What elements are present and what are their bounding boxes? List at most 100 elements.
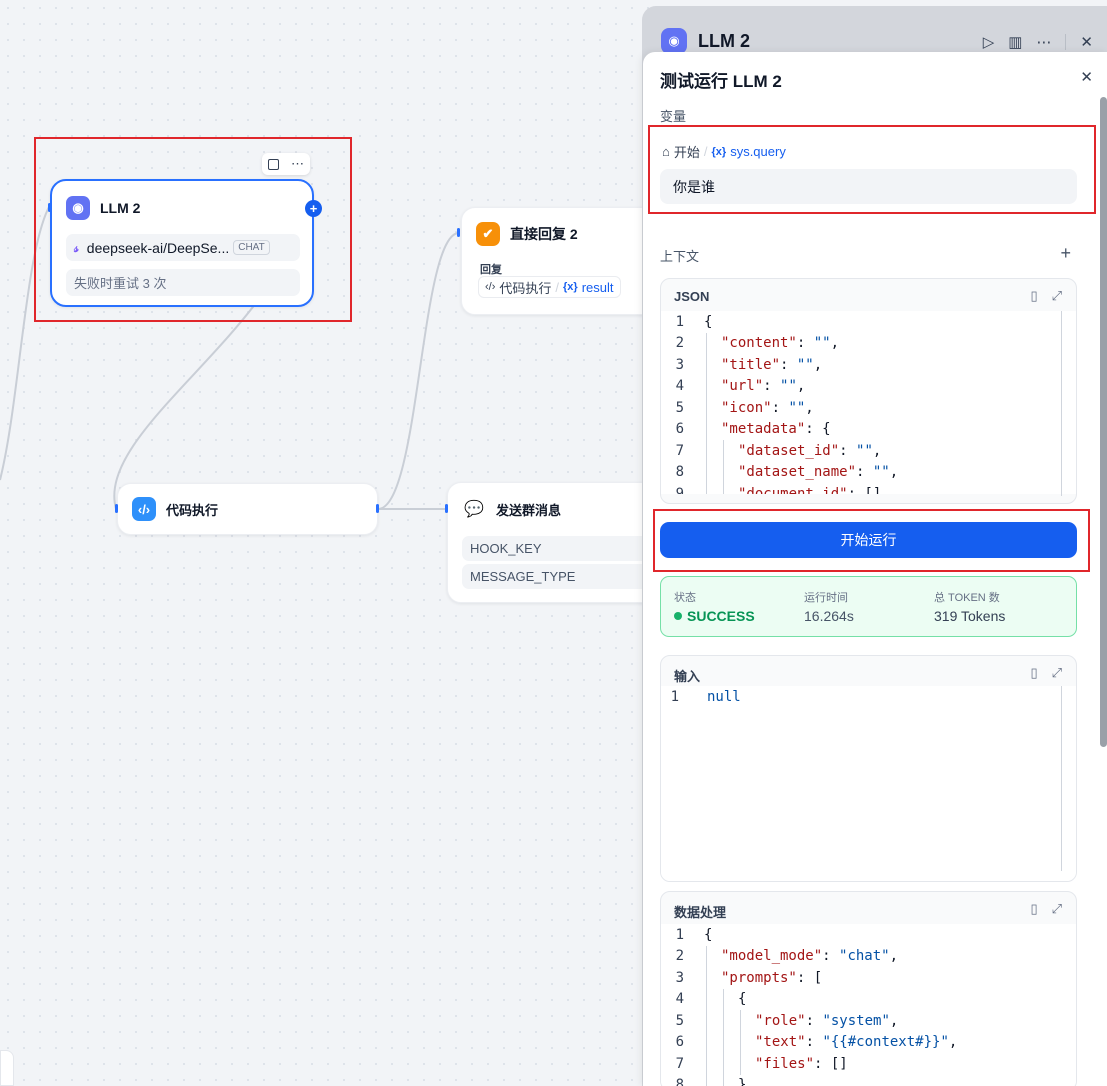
code-token: : (856, 464, 873, 481)
json-editor[interactable]: JSON ▯ ⤢ 1{2 "content": "", 3 "title": "", 4 "… (660, 278, 1077, 504)
expand-icon[interactable]: ⤢ (1052, 288, 1062, 304)
code-token: : (763, 378, 781, 395)
line-number: 3 (675, 356, 684, 373)
line-number: 4 (675, 991, 684, 1008)
code-input-handle[interactable] (115, 504, 118, 513)
copy-icon[interactable]: ▯ (1030, 665, 1037, 681)
code-line: 6 "metadata": { (661, 418, 831, 440)
code-token: "role" (755, 1012, 806, 1029)
variable-icon: {x} (711, 145, 727, 158)
code-icon: ‹/› (485, 281, 496, 293)
code-token: }, (738, 1077, 755, 1086)
code-line: 8 "dataset_name": "", (661, 461, 898, 483)
code-line: 5 "icon": "", (661, 397, 814, 419)
line-number: 5 (675, 1012, 684, 1029)
start-run-button[interactable]: 开始运行 (660, 522, 1077, 558)
code-token: , (813, 356, 823, 373)
code-line: 6 "text": "{{#context#}}", (661, 1031, 957, 1053)
variable-source: ⌂ 开始 / {x} sys.query (662, 144, 786, 160)
expand-icon[interactable]: ⤢ (1052, 665, 1062, 681)
code-token: "content" (721, 335, 797, 352)
reply-node[interactable]: ✔ 直接回复 2 回复 ‹/› 代码执行 / {x} result (461, 207, 661, 315)
message-type-label: MESSAGE_TYPE (470, 569, 576, 584)
line-number: 7 (675, 1055, 684, 1072)
node-toolbar: ⋯ (262, 153, 310, 175)
add-context-icon[interactable]: + (1060, 243, 1071, 264)
input-title: 输入 (674, 669, 701, 684)
code-token: "document_id" (738, 485, 848, 494)
copy-icon[interactable]: ▯ (1030, 901, 1037, 917)
home-icon: ⌂ (662, 144, 670, 159)
code-token: , (796, 378, 806, 395)
close-icon[interactable]: ✕ (1080, 68, 1093, 86)
variables-label: 变量 (660, 109, 687, 124)
test-run-panel: 测试运行 LLM 2 ✕ 变量 ⌂ 开始 / {x} sys.query 你是谁… (643, 52, 1107, 1086)
reply-var-name: result (581, 279, 614, 295)
code-token: "chat" (839, 948, 890, 965)
panel-scrollbar[interactable] (1100, 97, 1107, 747)
add-next-node-icon[interactable]: + (305, 200, 322, 217)
code-token: "dataset_name" (738, 464, 857, 481)
code-token: , (889, 948, 899, 965)
llm-node-title: LLM 2 (100, 200, 141, 216)
code-token: "system" (822, 1012, 890, 1029)
query-input[interactable]: 你是谁 (660, 169, 1077, 204)
close-panel-icon[interactable]: ✕ (1080, 33, 1093, 51)
play-icon[interactable]: ▷ (983, 33, 995, 51)
code-token: : (796, 335, 814, 352)
message-input-handle[interactable] (445, 504, 448, 513)
more-icon[interactable]: ⋯ (1036, 33, 1051, 51)
code-token: "model_mode" (721, 948, 823, 965)
code-token: : [] (814, 1055, 848, 1072)
code-token: { (704, 313, 713, 330)
code-line: 3 "prompts": [ (661, 967, 822, 989)
json-code: 1{2 "content": "", 3 "title": "", 4 "url": ""… (661, 311, 1076, 494)
input-line-number: 1 (670, 689, 679, 705)
process-data-viewer[interactable]: 数据处理 ▯ ⤢ 1{2 "model_mode": "chat", 3 "prompt… (660, 891, 1077, 1086)
code-token: "" (780, 378, 797, 395)
more-icon[interactable]: ⋯ (291, 157, 304, 170)
panel-llm-icon: ◉ (661, 28, 687, 54)
copy-icon[interactable]: ▯ (1030, 288, 1037, 304)
chat-badge: CHAT (233, 240, 270, 255)
start-run-label: 开始运行 (840, 532, 897, 548)
reply-input-handle[interactable] (457, 228, 460, 237)
code-output-handle[interactable] (376, 504, 379, 513)
input-viewer[interactable]: 输入 ▯ ⤢ 1 null (660, 655, 1077, 882)
model-selector[interactable]: 𝓈 deepseek-ai/DeepSe... CHAT (66, 234, 300, 261)
message-icon: 💬 (462, 497, 486, 521)
reply-node-title: 直接回复 2 (510, 226, 578, 242)
reply-variable: ‹/› 代码执行 / {x} result (478, 276, 621, 298)
code-token: "icon" (721, 399, 772, 416)
llm-icon: ◉ (66, 196, 90, 220)
llm-node[interactable]: ◉ LLM 2 𝓈 deepseek-ai/DeepSe... CHAT 失败时… (50, 179, 322, 307)
code-token: : (805, 1012, 823, 1029)
message-node-title: 发送群消息 (496, 502, 562, 518)
code-token: : [] (847, 485, 882, 494)
hook-key-label: HOOK_KEY (470, 541, 542, 556)
process-title: 数据处理 (674, 905, 727, 920)
code-token: : [ (796, 969, 823, 986)
hook-key-field: HOOK_KEY (462, 536, 652, 561)
book-icon[interactable]: ▥ (1008, 33, 1022, 51)
llm-input-handle[interactable] (48, 203, 51, 212)
line-number: 1 (675, 926, 684, 943)
code-line: 5 "role": "system", (661, 1010, 898, 1032)
code-token: : (805, 1034, 823, 1051)
code-token: : (771, 399, 789, 416)
code-line: 8}, (661, 1074, 755, 1086)
message-type-field: MESSAGE_TYPE (462, 564, 652, 589)
code-token: : (822, 948, 840, 965)
reply-icon: ✔ (476, 222, 500, 246)
code-node[interactable]: ‹/› 代码执行 (117, 483, 378, 535)
run-node-icon[interactable] (268, 158, 279, 170)
message-node[interactable]: 💬 发送群消息 HOOK_KEY MESSAGE_TYPE (447, 482, 657, 603)
line-number: 3 (675, 969, 684, 986)
variable-icon: {x} (563, 281, 578, 293)
line-number: 6 (675, 421, 684, 438)
expand-icon[interactable]: ⤢ (1052, 901, 1062, 917)
code-token: { (704, 926, 713, 943)
run-status-card: 状态 SUCCESS 运行时间 16.264s 总 TOKEN 数 319 To… (660, 576, 1077, 637)
tokens-value: 319 Tokens (934, 608, 1006, 624)
code-token: "" (813, 335, 831, 352)
